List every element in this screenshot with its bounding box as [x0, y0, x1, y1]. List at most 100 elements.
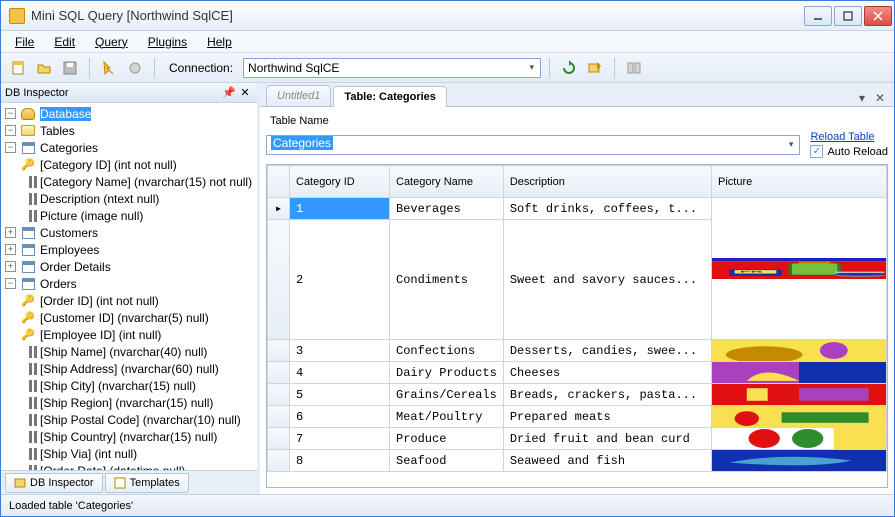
- tree-table-employees[interactable]: +Employees: [1, 241, 257, 258]
- app-icon: [9, 8, 25, 24]
- picture-cell[interactable]: [712, 384, 887, 406]
- tab-dbinspector[interactable]: DB Inspector: [5, 473, 103, 493]
- picture-cell[interactable]: [712, 450, 887, 472]
- titlebar: Mini SQL Query [Northwind SqlCE]: [1, 1, 894, 31]
- key-icon: 🔑: [20, 310, 36, 326]
- tree-column[interactable]: [Ship Name] (nvarchar(40) null): [1, 343, 257, 360]
- edit-conn-button[interactable]: [584, 57, 606, 79]
- refresh-button[interactable]: [558, 57, 580, 79]
- tree-table-orders[interactable]: −Orders: [1, 275, 257, 292]
- table-name-label: Table Name: [270, 115, 888, 127]
- menu-edit[interactable]: Edit: [46, 33, 83, 51]
- table-row[interactable]: ▸ 1 Beverages Soft drinks, coffees, t...…: [268, 198, 887, 220]
- tree-column[interactable]: [Ship Via] (int null): [1, 445, 257, 462]
- panel-close-icon[interactable]: ✕: [237, 85, 253, 101]
- separator: [614, 58, 615, 78]
- reload-link[interactable]: Reload Table: [810, 131, 874, 143]
- tree-column[interactable]: [Ship Postal Code] (nvarchar(10) null): [1, 411, 257, 428]
- tree-column[interactable]: 🔑[Order ID] (int not null): [1, 292, 257, 309]
- table-row[interactable]: 3ConfectionsDesserts, candies, swee...: [268, 340, 887, 362]
- column-icon: [20, 412, 36, 428]
- menu-plugins[interactable]: Plugins: [140, 33, 195, 51]
- picture-cell[interactable]: [712, 362, 887, 384]
- connection-label: Connection:: [169, 61, 233, 75]
- table-row[interactable]: 4Dairy ProductsCheeses: [268, 362, 887, 384]
- tree-column[interactable]: [Ship Address] (nvarchar(60) null): [1, 360, 257, 377]
- picture-cell[interactable]: [712, 406, 887, 428]
- table-row[interactable]: 5Grains/CerealsBreads, crackers, pasta..…: [268, 384, 887, 406]
- extra-button[interactable]: [623, 57, 645, 79]
- statusbar: Loaded table 'Categories': [1, 494, 894, 516]
- doctab-untitled[interactable]: Untitled1: [266, 85, 331, 106]
- column-icon: [20, 378, 36, 394]
- db-tree[interactable]: −Database −Tables −Categories 🔑[Category…: [1, 103, 257, 470]
- column-icon: [20, 446, 36, 462]
- table-icon: [22, 227, 35, 239]
- tab-templates[interactable]: Templates: [105, 473, 189, 493]
- connection-select[interactable]: Northwind SqlCE: [243, 58, 541, 78]
- maximize-button[interactable]: [834, 6, 862, 26]
- minimize-button[interactable]: [804, 6, 832, 26]
- picture-cell[interactable]: FR: [712, 198, 887, 340]
- table-icon: [22, 261, 35, 273]
- left-bottom-tabs: DB Inspector Templates: [1, 470, 257, 494]
- database-icon: [21, 108, 35, 120]
- tree-table-orderdetails[interactable]: +Order Details: [1, 258, 257, 275]
- table-row[interactable]: 6Meat/PoultryPrepared meats: [268, 406, 887, 428]
- menu-help[interactable]: Help: [199, 33, 240, 51]
- new-button[interactable]: [7, 57, 29, 79]
- col-header-id[interactable]: Category ID: [290, 166, 390, 198]
- data-grid[interactable]: Category ID Category Name Description Pi…: [266, 164, 888, 488]
- tree-table-categories[interactable]: −Categories: [1, 139, 257, 156]
- picture-cell[interactable]: [712, 340, 887, 362]
- row-header-corner[interactable]: [268, 166, 290, 198]
- table-view: Table Name Categories Reload Table ✓Auto…: [260, 107, 894, 494]
- column-icon: [20, 174, 36, 190]
- table-name-select[interactable]: Categories: [266, 135, 800, 155]
- column-icon: [20, 208, 36, 224]
- close-button[interactable]: [864, 6, 892, 26]
- col-header-pic[interactable]: Picture: [712, 166, 887, 198]
- checkbox-icon: ✓: [810, 145, 823, 158]
- pin-icon[interactable]: 📌: [221, 85, 237, 101]
- tree-table-customers[interactable]: +Customers: [1, 224, 257, 241]
- key-icon: 🔑: [20, 327, 36, 343]
- doctab-close-icon[interactable]: ✕: [872, 90, 888, 106]
- tree-database[interactable]: −Database: [1, 105, 257, 122]
- separator: [549, 58, 550, 78]
- tree-column[interactable]: 🔑[Customer ID] (nvarchar(5) null): [1, 309, 257, 326]
- menu-query[interactable]: Query: [87, 33, 136, 51]
- status-text: Loaded table 'Categories': [9, 500, 133, 512]
- picture-cell[interactable]: [712, 428, 887, 450]
- column-icon: [20, 463, 36, 471]
- tree-column[interactable]: Description (ntext null): [1, 190, 257, 207]
- col-header-name[interactable]: Category Name: [390, 166, 504, 198]
- doctab-table[interactable]: Table: Categories: [333, 86, 447, 107]
- document-tabs: Untitled1 Table: Categories ▾ ✕: [260, 83, 894, 107]
- table-row[interactable]: 8SeafoodSeaweed and fish: [268, 450, 887, 472]
- tree-column[interactable]: [Ship City] (nvarchar(15) null): [1, 377, 257, 394]
- menu-file[interactable]: File: [7, 33, 42, 51]
- tree-column[interactable]: 🔑[Employee ID] (int null): [1, 326, 257, 343]
- tree-tables[interactable]: −Tables: [1, 122, 257, 139]
- col-header-desc[interactable]: Description: [503, 166, 711, 198]
- stop-button[interactable]: [124, 57, 146, 79]
- doctab-menu-icon[interactable]: ▾: [854, 90, 870, 106]
- open-button[interactable]: [33, 57, 55, 79]
- execute-button[interactable]: [98, 57, 120, 79]
- row-indicator[interactable]: [268, 220, 290, 340]
- tree-column[interactable]: [Order Date] (datetime null): [1, 462, 257, 470]
- main-area: DB Inspector 📌 ✕ −Database −Tables −Cate…: [1, 83, 894, 494]
- tree-column[interactable]: [Category Name] (nvarchar(15) not null): [1, 173, 257, 190]
- table-row[interactable]: 7ProduceDried fruit and bean curd: [268, 428, 887, 450]
- tree-column[interactable]: [Ship Region] (nvarchar(15) null): [1, 394, 257, 411]
- grid-header-row: Category ID Category Name Description Pi…: [268, 166, 887, 198]
- left-panel: DB Inspector 📌 ✕ −Database −Tables −Cate…: [1, 83, 260, 494]
- app-window: Mini SQL Query [Northwind SqlCE] File Ed…: [0, 0, 895, 517]
- tree-column[interactable]: 🔑[Category ID] (int not null): [1, 156, 257, 173]
- save-button[interactable]: [59, 57, 81, 79]
- tree-column[interactable]: [Ship Country] (nvarchar(15) null): [1, 428, 257, 445]
- auto-reload-checkbox[interactable]: ✓Auto Reload: [810, 145, 888, 158]
- row-indicator[interactable]: ▸: [268, 198, 290, 220]
- tree-column[interactable]: Picture (image null): [1, 207, 257, 224]
